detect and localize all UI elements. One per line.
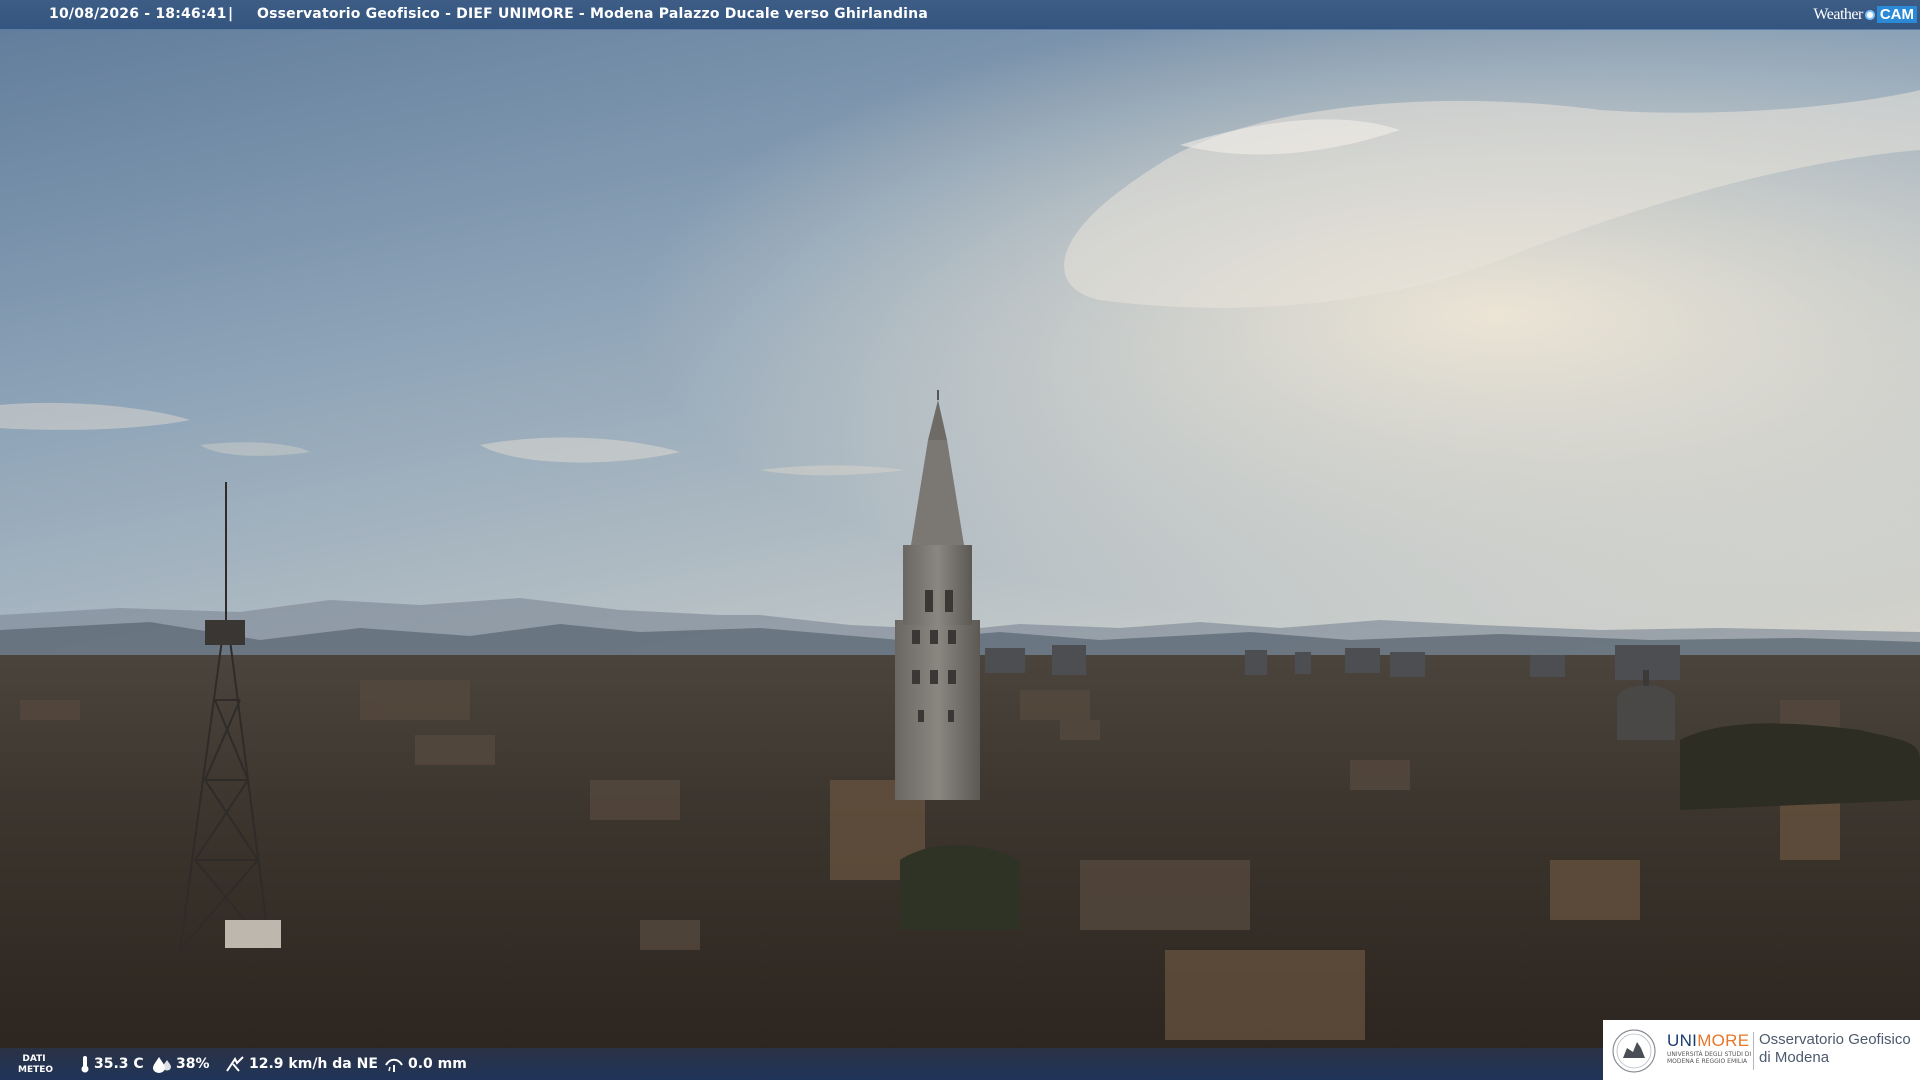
humidity-icon [153,1057,171,1073]
weathercam-logo: Weather CAM [1813,3,1917,26]
rain-item: 0.0 mm [384,1054,467,1074]
header-separator: | [228,6,234,22]
brand-weather-text: Weather [1813,5,1863,23]
camera-title: Osservatorio Geofisico - DIEF UNIMORE - … [257,6,928,22]
logo-divider [1753,1032,1754,1070]
humidity-item: 38% [152,1054,210,1074]
unimore-subtitle-line1: UNIVERSITÀ DEGLI STUDI DI [1667,1051,1752,1058]
observatory-line1: Osservatorio Geofisico [1759,1031,1911,1048]
wind-icon [226,1056,244,1072]
weather-label: DATI METEO [18,1054,54,1076]
unimore-wordmark: UNIMORE [1667,1031,1749,1051]
unimore-suffix: MORE [1697,1031,1750,1050]
rain-value: 0.0 mm [408,1056,467,1072]
wind-value: 12.9 km/h da NE [249,1056,378,1072]
unimore-prefix: UNI [1667,1031,1698,1050]
observatory-line2: di Modena [1759,1049,1830,1066]
webcam-image [0,0,1920,1080]
unimore-subtitle: UNIVERSITÀ DEGLI STUDI DI MODENA E REGGI… [1667,1051,1751,1065]
rain-gauge-icon [385,1058,403,1072]
header-bar: 10/08/2026 - 18:46:41 | Osservatorio Geo… [0,0,1920,30]
humidity-value: 38% [176,1056,210,1072]
timestamp: 10/08/2026 - 18:46:41 [49,6,227,22]
thermometer-icon [81,1056,89,1073]
weather-label-line2: METEO [18,1065,54,1075]
unimore-subtitle-line2: MODENA E REGGIO EMILIA [1667,1058,1748,1065]
observatory-name: Osservatorio Geofisico di Modena [1759,1031,1911,1067]
wind-item: 12.9 km/h da NE [225,1054,378,1074]
unimore-logo: UNIMORE UNIVERSITÀ DEGLI STUDI DI MODENA… [1603,1020,1920,1080]
weather-label-line1: DATI [22,1054,46,1064]
brand-cam-text: CAM [1876,6,1917,23]
unimore-seal-icon [1612,1029,1656,1073]
temperature-item: 35.3 C [80,1054,144,1074]
temperature-value: 35.3 C [94,1056,144,1072]
brand-dot-icon [1864,9,1875,20]
